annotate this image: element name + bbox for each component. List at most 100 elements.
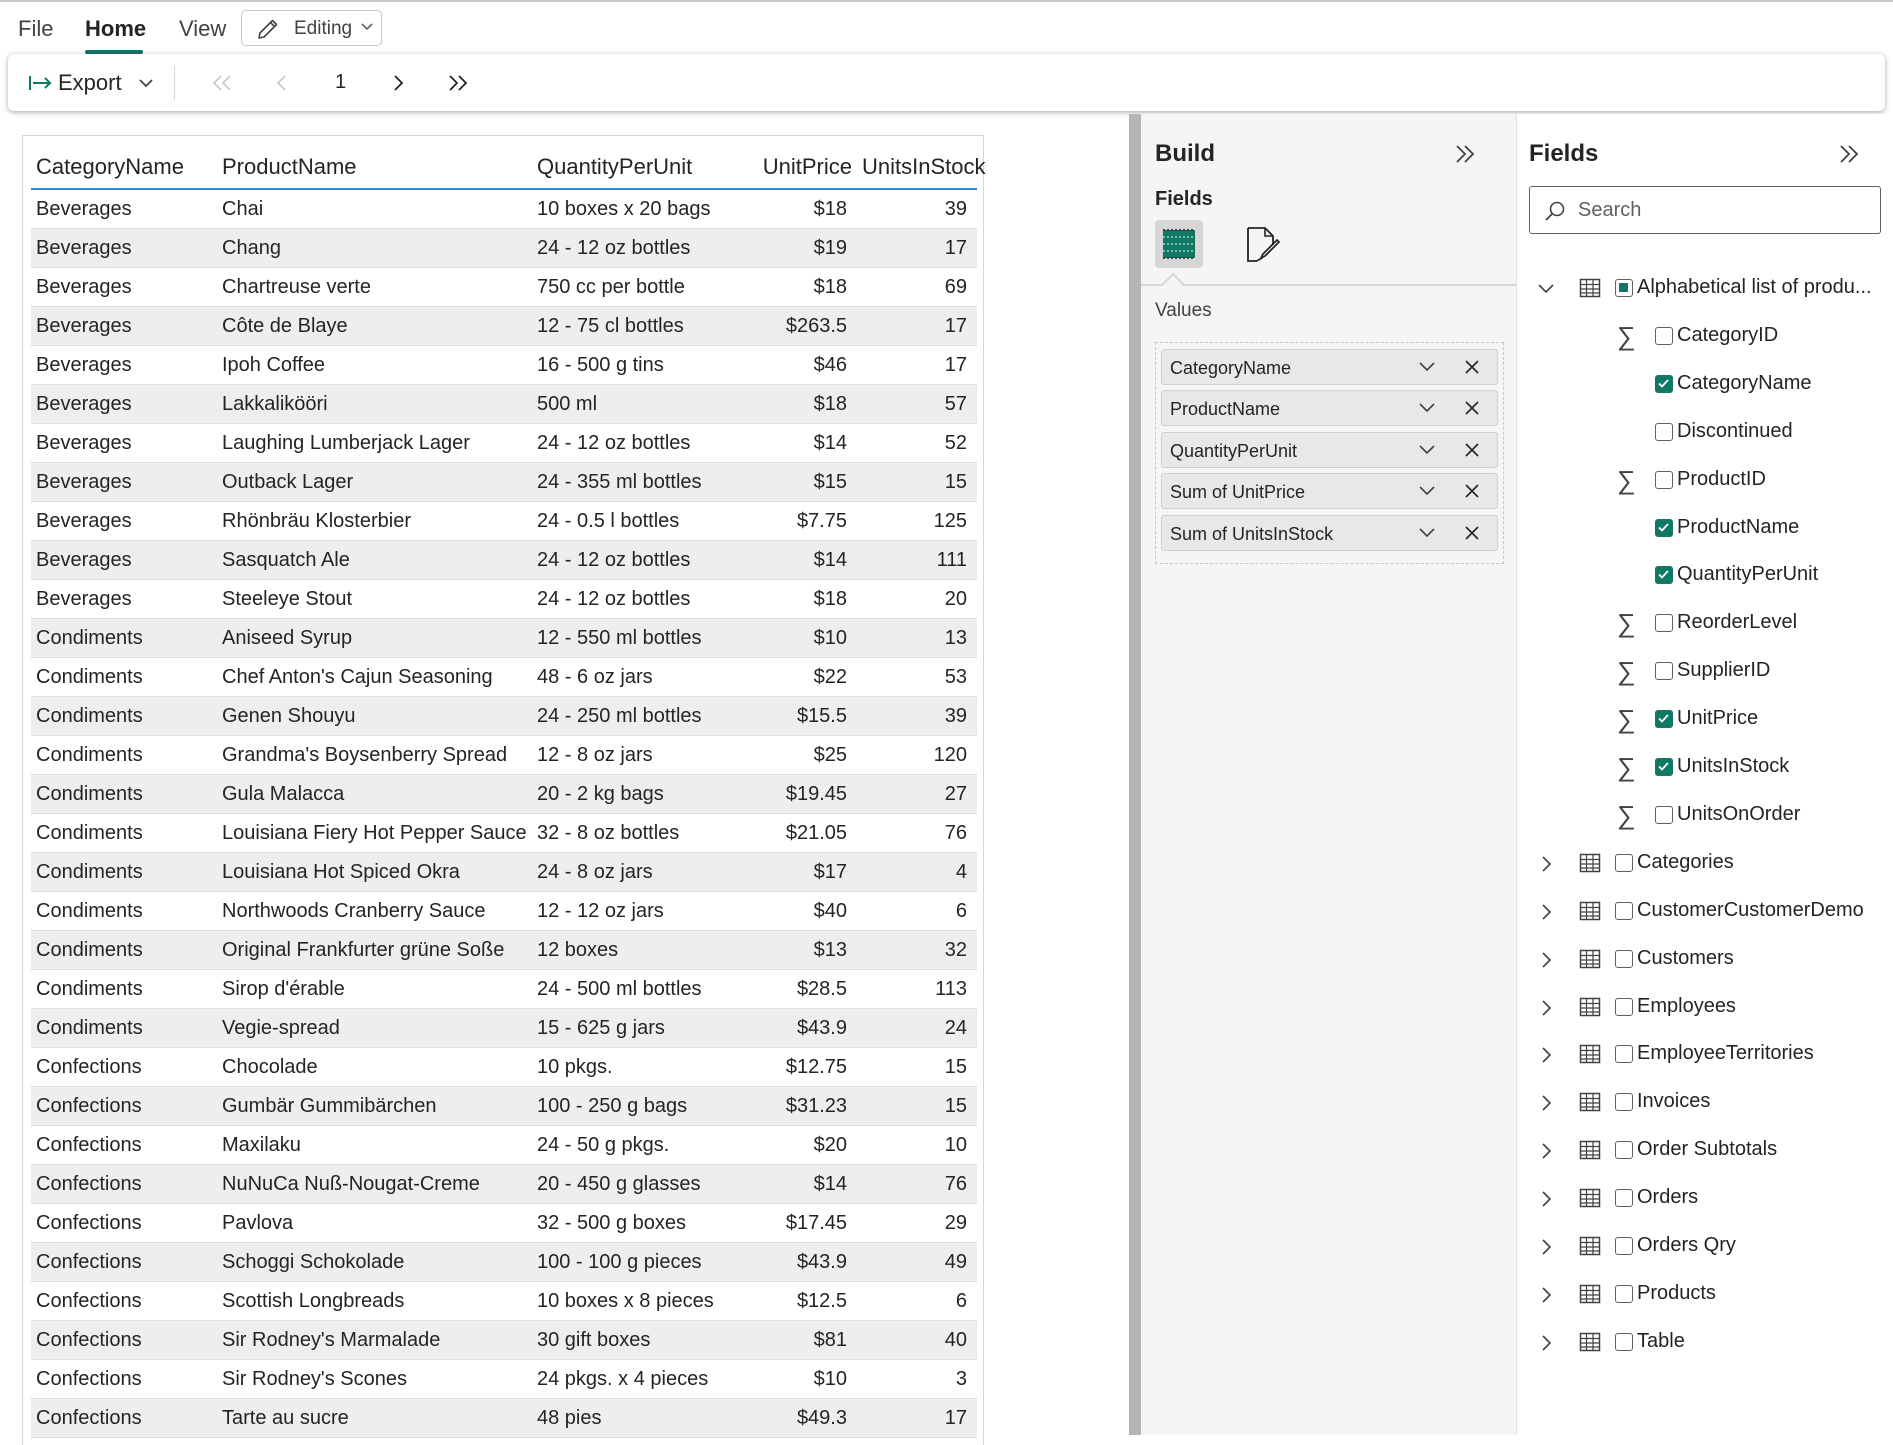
field-checkbox[interactable] <box>1615 997 1633 1016</box>
column-header-unitprice[interactable]: UnitPrice <box>732 146 857 190</box>
pane-scrollbar[interactable] <box>1129 114 1141 1435</box>
table-row[interactable]: Beverages Laughing Lumberjack Lager 24 - 1… <box>31 423 977 463</box>
table-row[interactable]: Beverages Sasquatch Ale 24 - 12 oz bottles… <box>31 540 977 580</box>
field-checkbox[interactable] <box>1655 422 1673 441</box>
field-item-row[interactable]: ∑ SupplierID <box>1517 651 1893 691</box>
table-row[interactable]: Confections Maxilaku 24 - 50 g pkgs. $20 10 <box>31 1125 977 1165</box>
table-row[interactable]: Condiments Sirop d'érable 24 - 500 ml bott… <box>31 969 977 1009</box>
field-item-row[interactable]: ∑ ReorderLevel <box>1517 603 1893 643</box>
fields-tab[interactable] <box>1155 220 1203 268</box>
field-item-row[interactable]: QuantityPerUnit <box>1517 555 1893 595</box>
remove-field-icon[interactable] <box>1464 442 1480 458</box>
remove-field-icon[interactable] <box>1464 483 1480 499</box>
value-pill-categoryname[interactable]: CategoryName <box>1161 349 1498 385</box>
chevron-down-icon[interactable] <box>1418 527 1436 539</box>
field-checkbox[interactable] <box>1615 853 1633 872</box>
field-checkbox[interactable] <box>1615 1093 1633 1112</box>
previous-page-icon[interactable] <box>274 74 288 92</box>
table-row[interactable]: Condiments Chef Anton's Cajun Seasoning 48… <box>31 657 977 697</box>
field-checkbox[interactable] <box>1655 326 1673 345</box>
export-button[interactable]: Export <box>20 64 165 102</box>
table-row[interactable]: Beverages Steeleye Stout 24 - 12 oz bottle… <box>31 579 977 619</box>
chevron-down-icon[interactable] <box>1418 485 1436 497</box>
last-page-icon[interactable] <box>446 74 470 92</box>
field-checkbox[interactable] <box>1655 518 1673 537</box>
next-page-icon[interactable] <box>392 74 406 92</box>
column-header-unitsinstock[interactable]: UnitsInStock <box>857 146 986 190</box>
collapse-pane-icon[interactable] <box>1453 143 1477 165</box>
remove-field-icon[interactable] <box>1464 400 1480 416</box>
remove-field-icon[interactable] <box>1464 359 1480 375</box>
table-row[interactable]: Beverages Chai 10 boxes x 20 bags $18 39 <box>31 189 977 229</box>
chevron-down-icon[interactable] <box>1418 402 1436 414</box>
chevron-right-icon[interactable] <box>1537 1094 1555 1112</box>
field-checkbox[interactable] <box>1655 374 1673 393</box>
chevron-right-icon[interactable] <box>1537 855 1555 873</box>
remove-field-icon[interactable] <box>1464 525 1480 541</box>
menu-file[interactable]: File <box>18 16 53 42</box>
field-checkbox[interactable] <box>1615 279 1633 297</box>
values-well[interactable]: CategoryName ProductName QuantityPerUnit… <box>1155 342 1504 564</box>
chevron-right-icon[interactable] <box>1537 1142 1555 1160</box>
field-checkbox[interactable] <box>1615 1189 1633 1208</box>
field-table-row[interactable]: Employees <box>1517 987 1893 1027</box>
table-row[interactable]: Condiments Vegie-spread 15 - 625 g jars $43… <box>31 1008 977 1048</box>
chevron-down-icon[interactable] <box>1418 361 1436 373</box>
table-row[interactable]: Condiments Aniseed Syrup 12 - 550 ml bottl… <box>31 618 977 658</box>
field-checkbox[interactable] <box>1615 1237 1633 1255</box>
field-item-row[interactable]: Discontinued <box>1517 412 1893 452</box>
field-checkbox[interactable] <box>1655 805 1673 824</box>
field-item-row[interactable]: ∑ CategoryID <box>1517 316 1893 356</box>
table-row[interactable]: Beverages Chang 24 - 12 oz bottles $19 17 <box>31 228 977 268</box>
field-checkbox[interactable] <box>1615 1284 1633 1303</box>
field-item-row[interactable]: ProductName <box>1517 508 1893 548</box>
field-table-row[interactable]: Order Subtotals <box>1517 1130 1893 1170</box>
field-checkbox[interactable] <box>1655 614 1673 633</box>
field-table-row[interactable]: Customers <box>1517 939 1893 979</box>
field-item-row[interactable]: ∑ UnitPrice <box>1517 699 1893 739</box>
field-item-row[interactable]: ∑ ProductID <box>1517 460 1893 500</box>
table-row[interactable]: Beverages Ipoh Coffee 16 - 500 g tins $46 17 <box>31 345 977 385</box>
table-row[interactable]: Beverages Outback Lager 24 - 355 ml bottle… <box>31 462 977 502</box>
chevron-right-icon[interactable] <box>1537 1286 1555 1304</box>
chevron-down-icon[interactable] <box>1418 444 1436 456</box>
field-table-row[interactable]: EmployeeTerritories <box>1517 1034 1893 1074</box>
table-row[interactable]: Confections Chocolade 10 pkgs. $12.75 15 <box>31 1047 977 1087</box>
field-table-row[interactable]: Products <box>1517 1274 1893 1314</box>
field-table-row[interactable]: Orders <box>1517 1178 1893 1218</box>
field-checkbox[interactable] <box>1655 662 1673 681</box>
table-row[interactable]: Confections Gumbär Gummibärchen 100 - 250 … <box>31 1086 977 1126</box>
field-checkbox[interactable] <box>1615 1332 1633 1351</box>
field-table-row[interactable]: Invoices <box>1517 1082 1893 1122</box>
table-row[interactable]: Confections Sir Rodney's Scones 24 pkgs. x… <box>31 1359 977 1399</box>
menu-home[interactable]: Home <box>85 16 146 42</box>
first-page-icon[interactable] <box>210 74 234 92</box>
chevron-down-icon[interactable] <box>1537 280 1555 298</box>
collapse-pane-icon[interactable] <box>1837 143 1861 165</box>
field-checkbox[interactable] <box>1615 1045 1633 1064</box>
table-row[interactable]: Condiments Louisiana Hot Spiced Okra 24 - … <box>31 852 977 892</box>
field-checkbox[interactable] <box>1655 710 1673 729</box>
value-pill-quantityperunit[interactable]: QuantityPerUnit <box>1161 432 1498 468</box>
value-pill-sum-unitprice[interactable]: Sum of UnitPrice <box>1161 473 1498 509</box>
field-item-row[interactable]: ∑ UnitsInStock <box>1517 747 1893 787</box>
field-table-row[interactable]: Alphabetical list of produ... <box>1517 268 1893 308</box>
table-row[interactable]: Confections Schoggi Schokolade 100 - 100 g… <box>31 1242 977 1282</box>
table-row[interactable]: Confections Scottish Longbreads 10 boxes x… <box>31 1281 977 1321</box>
table-row[interactable]: Condiments Grandma's Boysenberry Spread 12… <box>31 735 977 775</box>
value-pill-sum-unitsinstock[interactable]: Sum of UnitsInStock <box>1161 515 1498 551</box>
field-table-row[interactable]: Orders Qry <box>1517 1226 1893 1266</box>
table-row[interactable]: Condiments Genen Shouyu 24 - 250 ml bottle… <box>31 696 977 736</box>
menu-view[interactable]: View <box>179 16 226 42</box>
field-checkbox[interactable] <box>1615 1141 1633 1160</box>
field-checkbox[interactable] <box>1615 901 1633 920</box>
table-row[interactable]: Beverages Côte de Blaye 12 - 75 cl bottles… <box>31 306 977 346</box>
column-header-quantityperunit[interactable]: QuantityPerUnit <box>532 146 732 190</box>
table-row[interactable]: Condiments Gula Malacca 20 - 2 kg bags $19.… <box>31 774 977 814</box>
table-row[interactable]: Beverages Lakkalikööri 500 ml $18 57 <box>31 384 977 424</box>
chevron-right-icon[interactable] <box>1537 951 1555 969</box>
table-visual[interactable]: CategoryName ProductName QuantityPerUnit… <box>22 135 986 1445</box>
chevron-right-icon[interactable] <box>1537 1334 1555 1352</box>
field-item-row[interactable]: ∑ UnitsOnOrder <box>1517 795 1893 835</box>
table-row[interactable]: Beverages Chartreuse verte 750 cc per bott… <box>31 267 977 307</box>
